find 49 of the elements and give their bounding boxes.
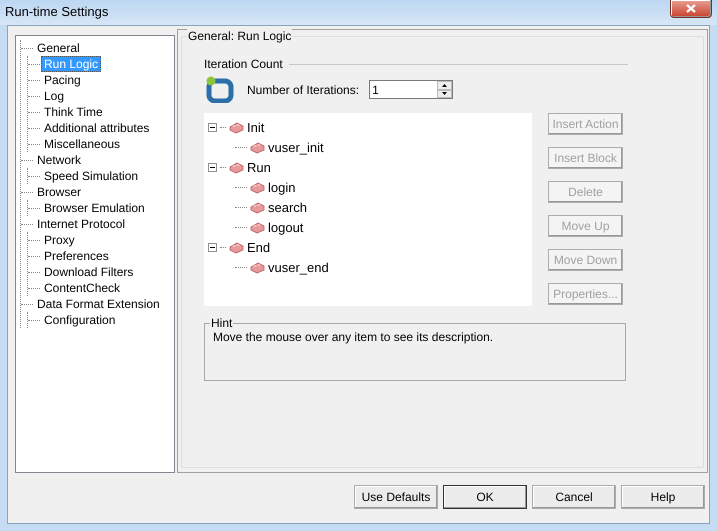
block-item[interactable]: Init	[247, 120, 264, 134]
category-item[interactable]: Log	[41, 88, 68, 104]
category-item[interactable]: Network	[34, 152, 84, 168]
block-item[interactable]: Run	[247, 160, 271, 174]
dialog-button[interactable]: OK	[443, 485, 527, 509]
category-item[interactable]: Configuration	[41, 312, 118, 328]
action-item[interactable]: vuser_end	[268, 260, 329, 274]
collapse-toggle[interactable]	[208, 122, 217, 132]
category-item[interactable]: Pacing	[41, 72, 84, 88]
dialog-button[interactable]: Use Defaults	[354, 485, 438, 509]
brick-icon	[250, 260, 265, 274]
category-item[interactable]: Proxy	[41, 232, 78, 248]
category-item[interactable]: General	[34, 40, 83, 56]
loop-icon	[206, 76, 234, 103]
brick-icon	[250, 180, 265, 194]
group-title: General: Run Logic	[187, 29, 292, 43]
brick-icon	[229, 240, 244, 254]
category-item[interactable]: Miscellaneous	[41, 136, 124, 152]
block-item[interactable]: End	[247, 240, 270, 254]
action-item[interactable]: login	[268, 180, 296, 194]
action-item[interactable]: logout	[268, 220, 304, 234]
brick-icon	[250, 220, 265, 234]
brick-icon	[250, 200, 265, 214]
hint-title: Hint	[210, 316, 234, 330]
brick-icon	[250, 140, 265, 154]
iterations-label: Number of Iterations:	[247, 82, 360, 96]
hint-text: Move the mouse over any item to see its description.	[213, 330, 494, 344]
category-item[interactable]: Preferences	[41, 248, 112, 264]
category-item[interactable]: ContentCheck	[41, 280, 124, 296]
collapse-toggle[interactable]	[208, 242, 217, 252]
window-title: Run-time Settings	[5, 4, 108, 19]
collapse-toggle[interactable]	[208, 162, 217, 172]
action-item[interactable]: vuser_init	[268, 140, 324, 154]
dialog-button[interactable]: Cancel	[532, 485, 616, 509]
category-item[interactable]: Browser	[34, 184, 84, 200]
category-item[interactable]: Download Filters	[41, 264, 136, 280]
category-item[interactable]: Browser Emulation	[41, 200, 148, 216]
close-icon	[686, 4, 696, 13]
section-title: Iteration Count	[204, 57, 283, 71]
category-item[interactable]: Data Format Extension	[34, 296, 163, 312]
category-item[interactable]: Speed Simulation	[41, 168, 142, 184]
action-item[interactable]: search	[268, 200, 308, 214]
category-item[interactable]: Internet Protocol	[34, 216, 128, 232]
brick-icon	[229, 160, 244, 174]
close-button[interactable]	[670, 0, 712, 18]
category-item[interactable]: Additional attributes	[41, 120, 152, 136]
dialog-button[interactable]: Help	[621, 485, 705, 509]
brick-icon	[229, 120, 244, 134]
category-item[interactable]: Think Time	[41, 104, 106, 120]
